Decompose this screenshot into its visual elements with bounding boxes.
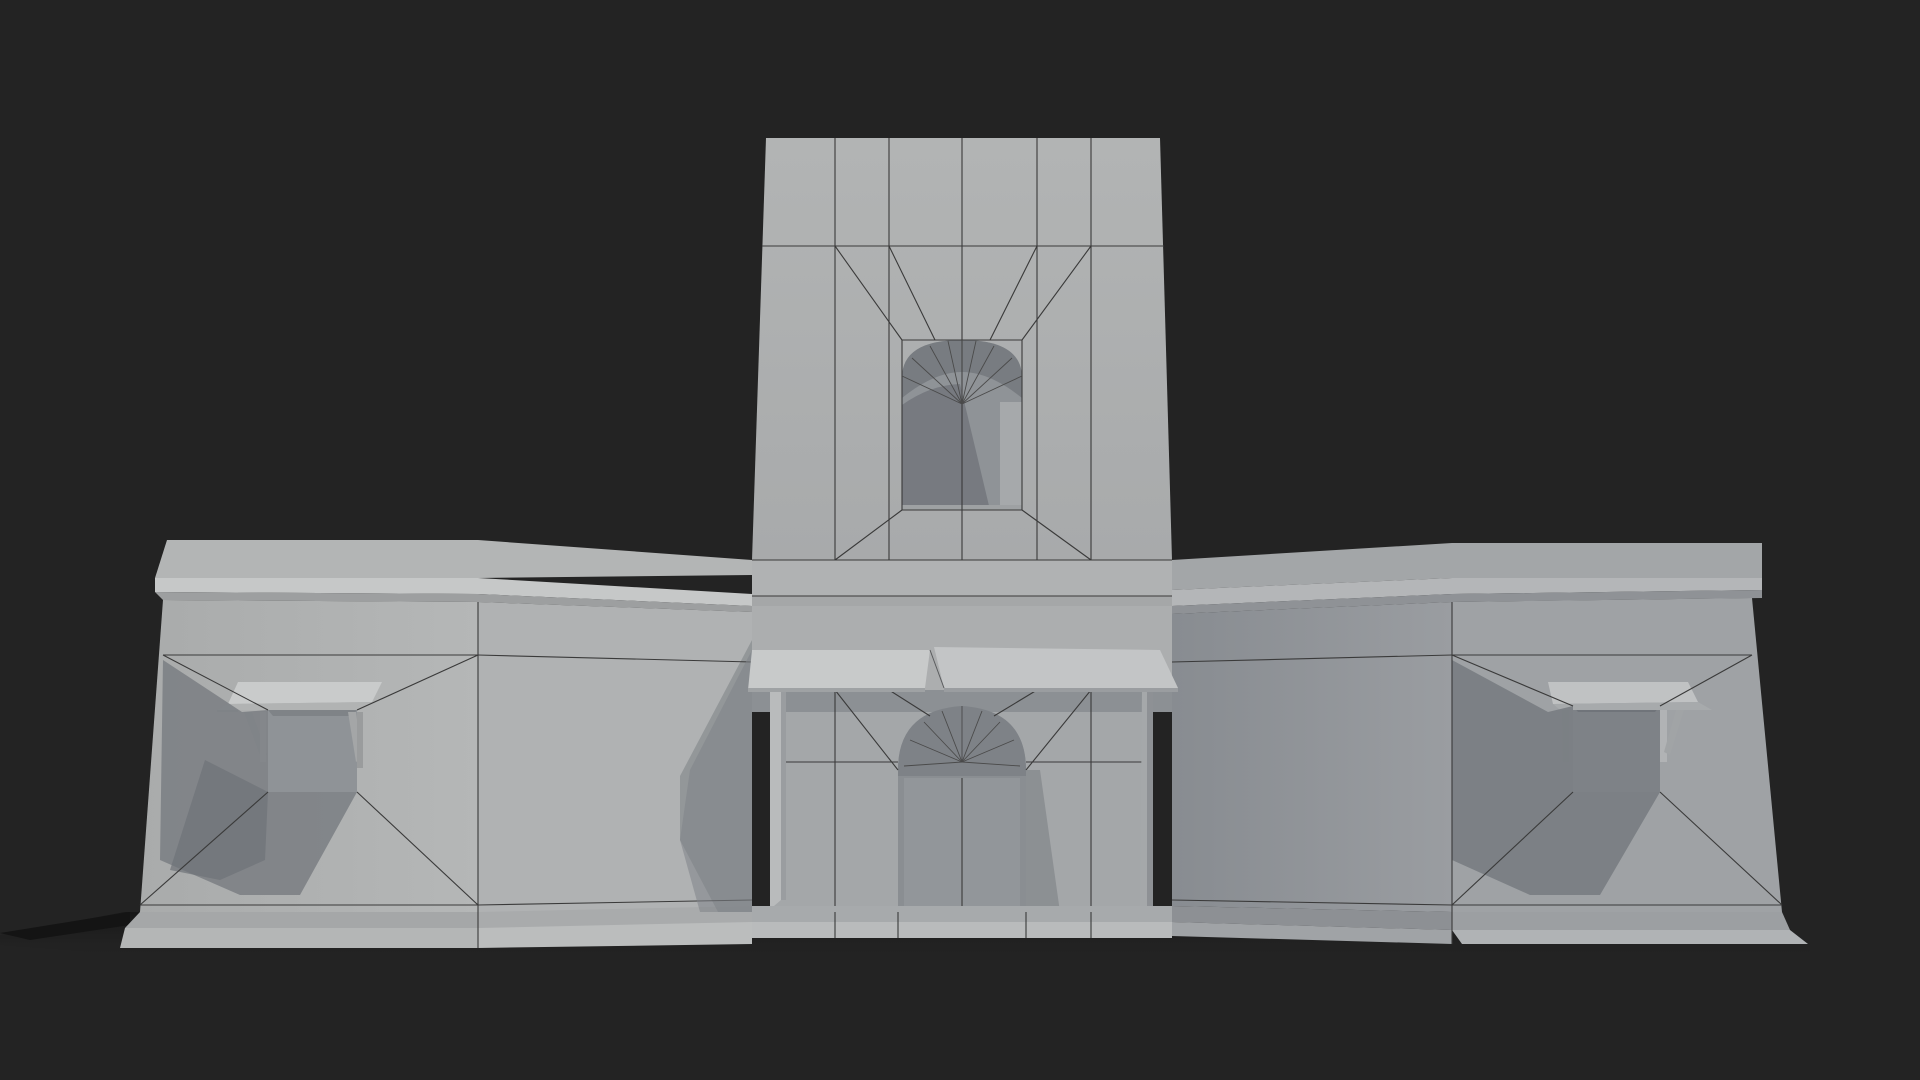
- building-render: [0, 138, 1810, 960]
- left-wing: [120, 540, 753, 948]
- awning: [934, 647, 1178, 692]
- right-wing: [1171, 543, 1808, 944]
- awning: [748, 650, 930, 692]
- render-viewport: [0, 0, 1920, 1080]
- tower: [752, 138, 1172, 606]
- entrance: [680, 606, 1178, 938]
